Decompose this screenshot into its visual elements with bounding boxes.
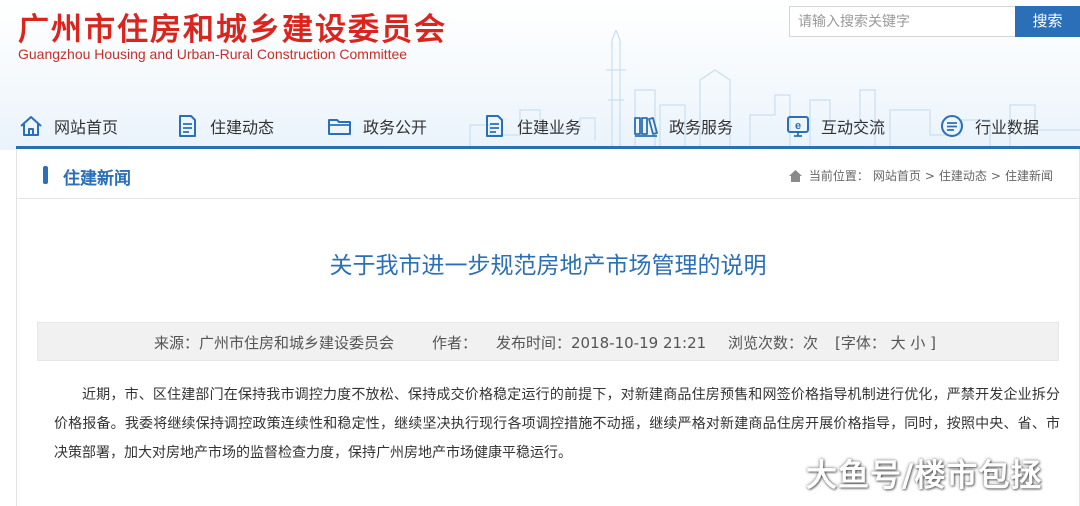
breadcrumb-link-news[interactable]: 住建动态 [939, 167, 987, 184]
section-title: 住建新闻 [63, 169, 131, 189]
breadcrumb-current[interactable]: 住建新闻 [1005, 167, 1053, 184]
home-icon [788, 169, 802, 182]
nav-label: 行业数据 [975, 118, 1040, 137]
nav-item-home[interactable]: 网站首页 [18, 106, 118, 146]
breadcrumb: 当前位置： 网站首页 > 住建动态 > 住建新闻 [788, 167, 1053, 184]
breadcrumb-separator: > [990, 168, 1001, 183]
site-subtitle: Guangzhou Housing and Urban-Rural Constr… [18, 46, 408, 62]
nav-item-public-affairs[interactable]: 政务公开 [327, 106, 427, 146]
article-meta: 来源：广州市住房和城乡建设委员会 作者： 发布时间：2018-10-19 21:… [37, 322, 1059, 361]
nav-label: 网站首页 [54, 118, 119, 137]
meta-date: 发布时间：2018-10-19 21:21 [496, 334, 707, 352]
document-icon [486, 115, 503, 137]
meta-views: 浏览次数：次 [728, 334, 819, 352]
meta-source: 来源：广州市住房和城乡建设委员会 [154, 334, 395, 352]
list-circle-icon [941, 115, 963, 137]
nav-label: 互动交流 [821, 118, 886, 137]
svg-text:e: e [795, 120, 801, 132]
nav-label: 政务服务 [669, 118, 734, 137]
nav-item-news[interactable]: 住建动态 [174, 106, 274, 146]
section-header: 住建新闻 当前位置： 网站首页 > 住建动态 > 住建新闻 [17, 149, 1079, 199]
breadcrumb-separator: > [924, 168, 935, 183]
nav-label: 住建动态 [210, 118, 275, 137]
nav-item-interaction[interactable]: e 互动交流 [785, 106, 885, 146]
books-icon [634, 117, 658, 137]
font-size-control[interactable]: [字体： 大 小 ] [835, 332, 936, 353]
meta-author: 作者： [432, 334, 478, 352]
main-nav: 网站首页 住建动态 政务公开 住建业务 政务服务 e 互动交流 行业数据 [0, 106, 1080, 146]
chat-screen-icon: e [787, 116, 809, 137]
breadcrumb-prefix: 当前位置： [808, 169, 869, 183]
breadcrumb-link-home[interactable]: 网站首页 [873, 167, 921, 184]
search-input[interactable] [790, 7, 1015, 36]
nav-label: 政务公开 [363, 118, 428, 137]
section-marker [43, 166, 48, 184]
nav-item-business[interactable]: 住建业务 [481, 106, 581, 146]
folder-icon [328, 119, 351, 135]
document-icon [179, 115, 196, 137]
nav-label: 住建业务 [517, 118, 582, 137]
search-box [789, 6, 1016, 37]
nav-item-industry-data[interactable]: 行业数据 [939, 106, 1039, 146]
home-icon [20, 116, 42, 136]
watermark: 大鱼号/楼市包拯 [806, 458, 1043, 494]
search-button[interactable]: 搜索 [1015, 6, 1080, 37]
article-title: 关于我市进一步规范房地产市场管理的说明 [329, 253, 767, 279]
nav-item-services[interactable]: 政务服务 [633, 106, 733, 146]
site-title: 广州市住房和城乡建设委员会 [18, 12, 447, 48]
